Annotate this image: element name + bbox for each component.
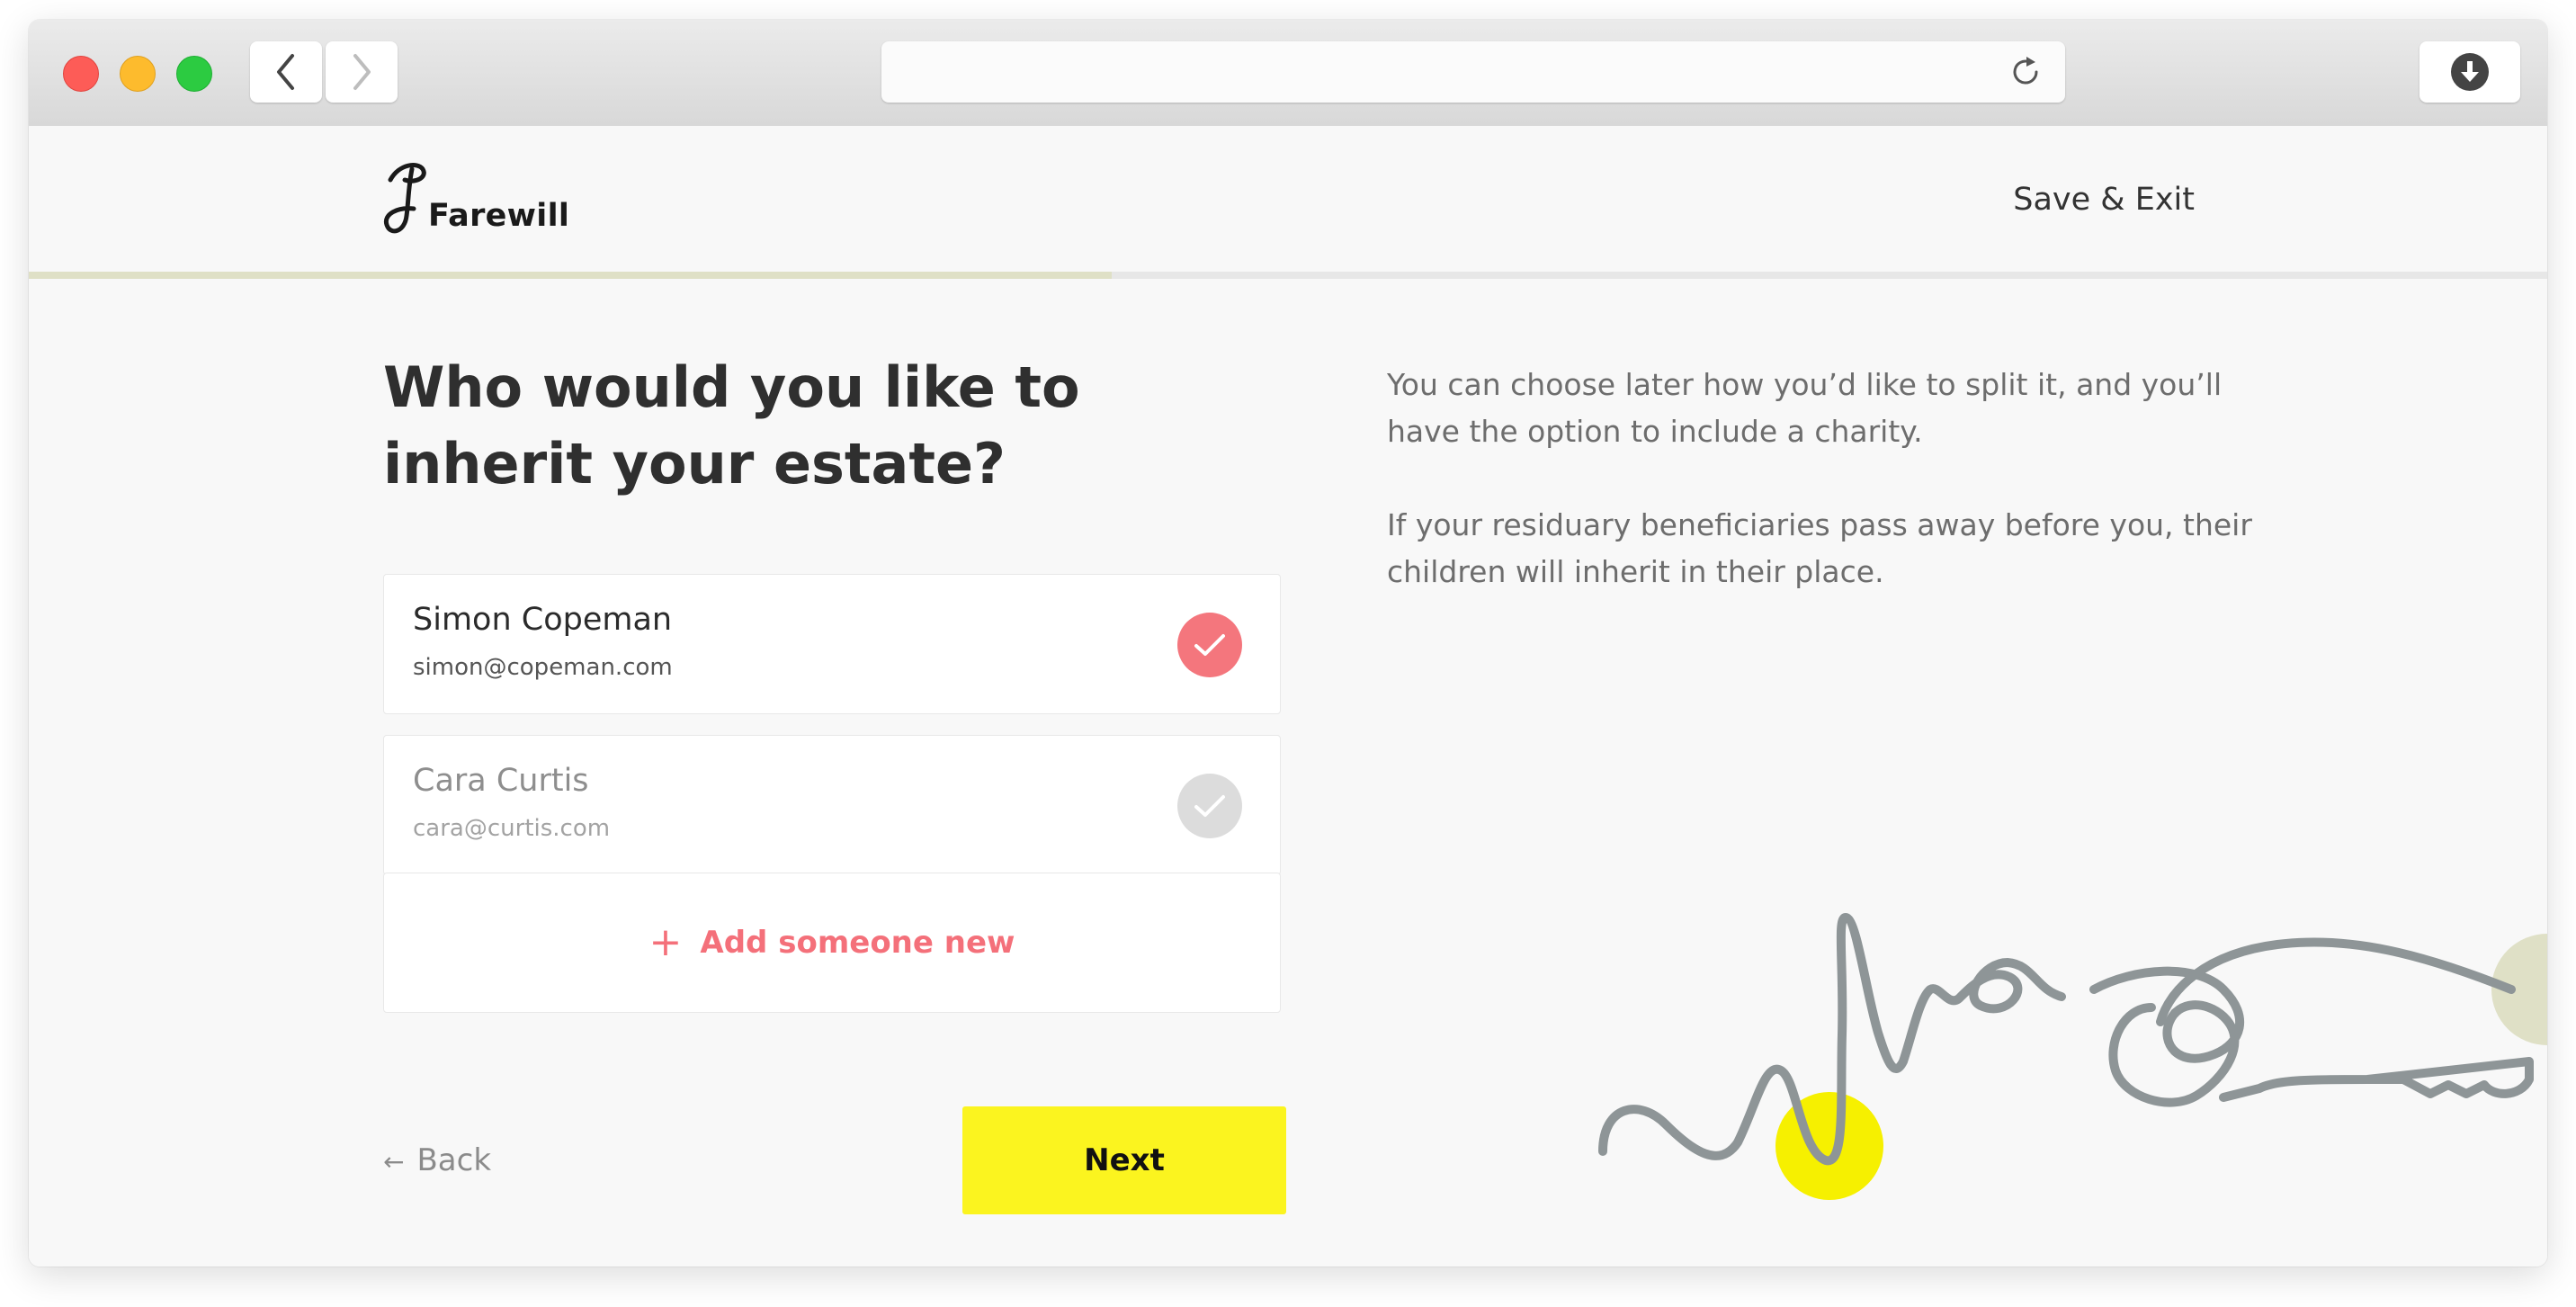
save-exit-link[interactable]: Save & Exit — [2013, 182, 2195, 218]
downloads-button[interactable] — [2419, 41, 2520, 103]
unselected-check-badge[interactable] — [1177, 774, 1242, 838]
browser-back-button[interactable] — [250, 41, 322, 103]
download-icon — [2451, 53, 2489, 91]
info-panel: You can choose later how you’d like to s… — [1387, 362, 2268, 642]
info-paragraph: You can choose later how you’d like to s… — [1387, 367, 2223, 449]
progress-bar-fill — [29, 272, 1112, 279]
selected-check-badge[interactable] — [1177, 613, 1242, 677]
page-title: Who would you like to inherit your estat… — [383, 354, 1080, 497]
checkmark-icon — [1194, 634, 1225, 656]
browser-forward-button[interactable] — [326, 41, 398, 103]
decor-yellow-circle — [1775, 1092, 1883, 1200]
signature-key-illustration — [1598, 913, 2547, 1200]
beneficiary-name: Simon Copeman — [413, 602, 673, 638]
beneficiary-email: simon@copeman.com — [413, 654, 673, 681]
back-label: Back — [416, 1142, 492, 1178]
close-window-button[interactable] — [63, 56, 99, 92]
arrow-left-icon: ← — [383, 1147, 405, 1177]
browser-toolbar — [29, 20, 2547, 127]
add-someone-new-label: Add someone new — [700, 925, 1015, 961]
browser-window: Farewill Save & Exit Who would you like … — [29, 20, 2547, 1267]
maximize-window-button[interactable] — [176, 56, 212, 92]
logo-text: Farewill — [428, 198, 570, 234]
beneficiary-email: cara@curtis.com — [413, 815, 611, 842]
checkmark-icon — [1194, 795, 1225, 817]
add-someone-new-button[interactable]: + Add someone new — [383, 873, 1281, 1013]
farewill-logo-icon — [383, 163, 426, 234]
farewill-logo[interactable]: Farewill — [381, 160, 569, 237]
chevron-right-icon — [353, 54, 371, 90]
beneficiary-name: Cara Curtis — [413, 763, 589, 799]
reload-icon[interactable] — [2009, 56, 2042, 88]
next-button[interactable]: Next — [962, 1106, 1286, 1214]
beneficiary-card-simon-copeman[interactable]: Simon Copeman simon@copeman.com — [383, 574, 1281, 714]
chevron-left-icon — [277, 54, 294, 90]
info-paragraph: If your residuary beneficiaries pass awa… — [1387, 507, 2252, 589]
beneficiary-card-cara-curtis[interactable]: Cara Curtis cara@curtis.com — [383, 735, 1281, 875]
minimize-window-button[interactable] — [120, 56, 156, 92]
plus-icon: + — [648, 919, 683, 965]
page-content: Farewill Save & Exit Who would you like … — [29, 126, 2547, 1267]
address-bar[interactable] — [881, 41, 2065, 103]
back-link[interactable]: ← Back — [383, 1142, 491, 1178]
progress-bar — [29, 272, 2547, 279]
